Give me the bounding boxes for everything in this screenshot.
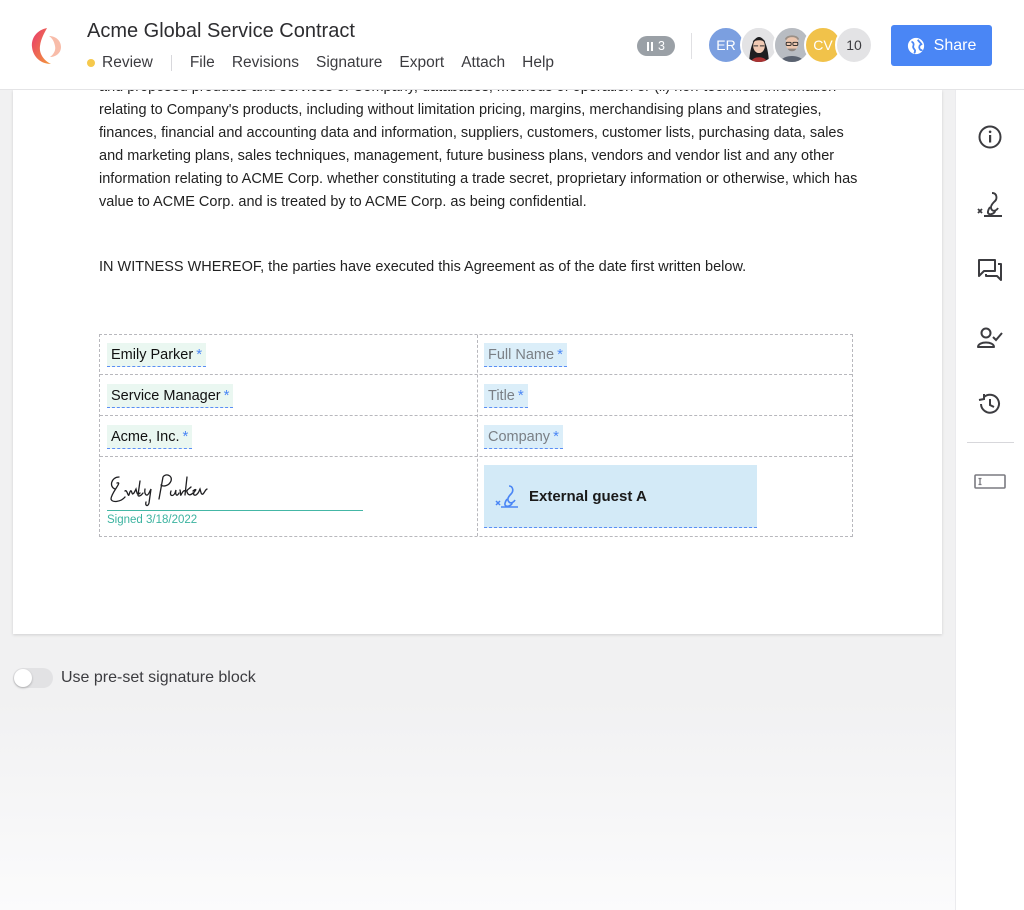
required-asterisk: * — [196, 346, 203, 363]
title-field[interactable]: Title * — [484, 384, 528, 408]
menu-divider — [170, 55, 172, 71]
menu-file[interactable]: File — [190, 54, 215, 72]
document-title[interactable]: Acme Global Service Contract — [87, 20, 355, 43]
required-asterisk: * — [182, 428, 189, 445]
status-label: Review — [102, 54, 153, 71]
handwritten-signature — [110, 474, 208, 507]
required-asterisk: * — [517, 387, 524, 404]
pause-icon — [647, 41, 654, 51]
required-asterisk: * — [557, 346, 563, 363]
toggle-knob — [14, 669, 32, 687]
app-header: Acme Global Service Contract Review File… — [0, 0, 1024, 90]
contract-paragraph: and proposed products and services of Co… — [99, 90, 858, 210]
menu-help[interactable]: Help — [522, 54, 554, 72]
menu-attach[interactable]: Attach — [461, 54, 505, 72]
external-guest-signature-field[interactable]: External guest A — [484, 465, 757, 528]
signature-pen-icon — [495, 485, 518, 508]
sidebar-divider — [967, 442, 1014, 443]
paused-count-badge[interactable]: 3 — [637, 36, 675, 56]
header-divider — [691, 33, 692, 59]
document-viewport: and proposed products and services of Co… — [13, 90, 942, 634]
signature-field-signed[interactable] — [107, 469, 363, 511]
external-guest-label: External guest A — [529, 487, 647, 505]
signer-title-field[interactable]: Service Manager * — [107, 384, 234, 408]
status-dot — [87, 59, 95, 67]
signature-icon[interactable] — [976, 190, 1004, 218]
menu-revisions[interactable]: Revisions — [232, 54, 299, 72]
required-asterisk: * — [223, 387, 230, 404]
company-field[interactable]: Company * — [484, 425, 563, 449]
preset-signature-toggle[interactable] — [13, 668, 53, 688]
menu-signature[interactable]: Signature — [316, 54, 382, 72]
globe-icon — [907, 37, 924, 54]
history-icon[interactable] — [976, 390, 1004, 418]
required-asterisk: * — [553, 428, 559, 445]
signer-company-field[interactable]: Acme, Inc. * — [107, 425, 193, 449]
text-field-icon[interactable] — [974, 468, 1006, 496]
preset-signature-label: Use pre-set signature block — [61, 669, 256, 686]
menu-export[interactable]: Export — [399, 54, 444, 72]
share-button[interactable]: Share — [891, 25, 992, 66]
approve-user-icon[interactable] — [976, 324, 1004, 352]
signature-block-table: Emily Parker * Service Manager * Acme, Inc… — [99, 334, 853, 537]
signer-name-field[interactable]: Emily Parker * — [107, 343, 207, 367]
status-indicator[interactable]: Review — [87, 54, 153, 72]
share-label: Share — [933, 36, 977, 54]
document-page: and proposed products and services of Co… — [13, 90, 942, 634]
right-sidebar — [955, 90, 1024, 910]
paused-count: 3 — [658, 39, 665, 53]
avatar-more-count[interactable]: 10 — [835, 26, 873, 64]
comments-icon[interactable] — [976, 256, 1004, 284]
main-menu: Review File Revisions Signature Export A… — [87, 54, 571, 72]
app-logo[interactable] — [29, 26, 65, 66]
witness-paragraph: IN WITNESS WHEREOF, the parties have exe… — [99, 259, 747, 275]
user-photo-woman-icon — [742, 28, 776, 62]
info-icon[interactable] — [976, 123, 1004, 151]
signed-date-label: Signed 3/18/2022 — [107, 514, 198, 526]
full-name-field[interactable]: Full Name * — [484, 343, 567, 367]
